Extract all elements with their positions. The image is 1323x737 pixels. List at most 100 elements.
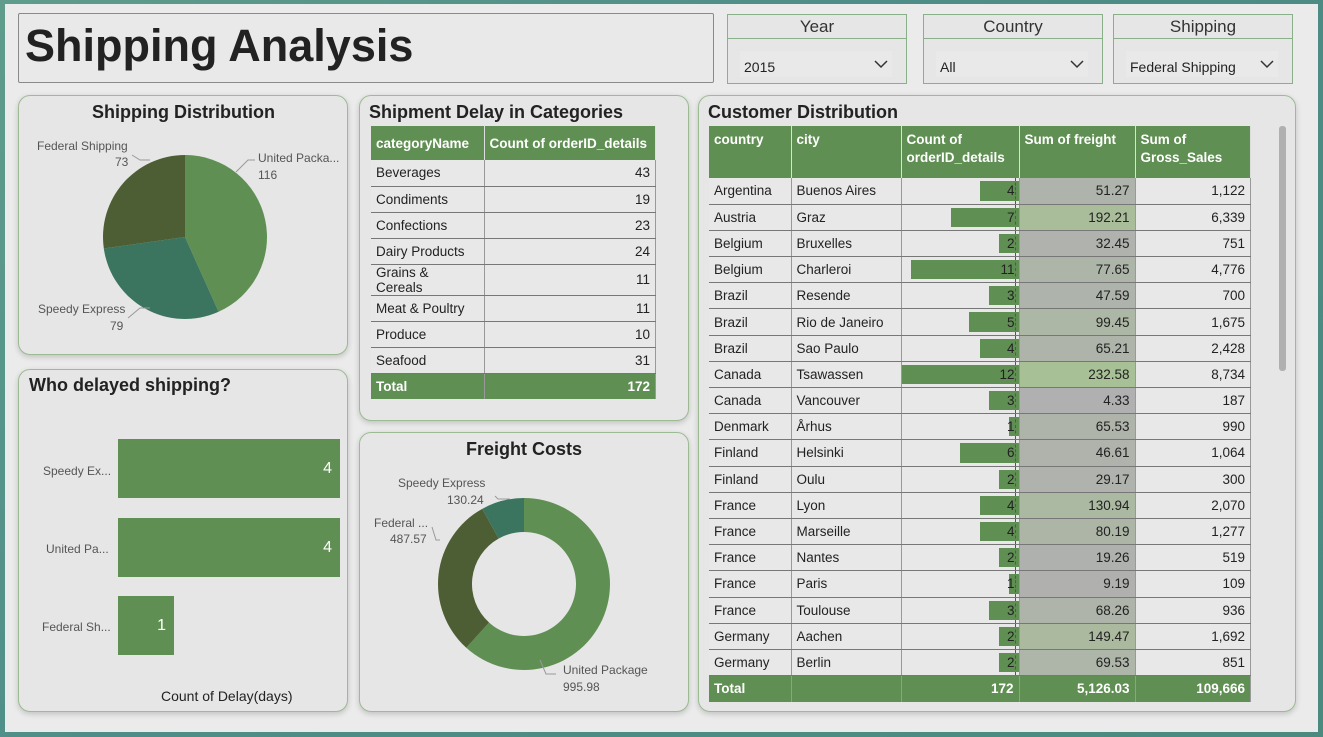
freight-cell: 232.58	[1019, 361, 1136, 389]
categories-title: Shipment Delay in Categories	[369, 102, 624, 122]
freight-cell: 149.47	[1019, 623, 1136, 650]
column-header[interactable]: country	[709, 126, 792, 178]
table-row[interactable]: Canada Tsawassen 12 232.58 8,734	[709, 361, 1251, 389]
category-name: Confections	[371, 212, 485, 239]
column-header[interactable]: Count of orderID_details	[484, 126, 656, 160]
count-cell: 4	[901, 518, 1020, 546]
column-header[interactable]: city	[791, 126, 902, 178]
pie-label-united-value: 116	[258, 168, 278, 182]
gross-sales-cell: 2,070	[1135, 492, 1251, 519]
country-cell: Belgium	[709, 256, 792, 284]
category-count: 23	[484, 212, 656, 239]
city-cell: Resende	[791, 282, 902, 310]
categories-table: categoryName Count of orderID_details Be…	[371, 126, 656, 399]
table-row[interactable]: France Nantes 2 19.26 519	[709, 544, 1251, 572]
freight-cell: 65.21	[1019, 335, 1136, 362]
table-total-row: Total 172	[371, 373, 656, 399]
country-cell: Finland	[709, 466, 792, 493]
table-row[interactable]: Belgium Bruxelles 2 32.45 751	[709, 230, 1251, 258]
table-row[interactable]: Brazil Rio de Janeiro 5 99.45 1,675	[709, 308, 1251, 336]
pie-label-federal-value: 73	[115, 155, 129, 169]
donut-label-federal-name: Federal ...	[374, 516, 429, 530]
delayed-bar-united[interactable]: 4	[118, 518, 340, 577]
table-row[interactable]: Argentina Buenos Aires 4 51.27 1,122	[709, 178, 1251, 205]
freight-cell: 47.59	[1019, 282, 1136, 310]
table-row[interactable]: Canada Vancouver 3 4.33 187	[709, 387, 1251, 415]
customer-table: country city Count of orderID_details Su…	[709, 126, 1251, 702]
year-dropdown[interactable]: 2015	[740, 51, 892, 77]
freight-cell: 68.26	[1019, 597, 1136, 624]
delayed-bar-value: 1	[157, 616, 166, 634]
table-row[interactable]: Produce 10	[371, 321, 656, 348]
table-row[interactable]: Brazil Resende 3 47.59 700	[709, 282, 1251, 310]
column-header[interactable]: Sum of freight	[1019, 126, 1136, 178]
pie-label-speedy-value: 79	[110, 319, 124, 333]
gross-sales-cell: 6,339	[1135, 204, 1251, 231]
country-cell: Belgium	[709, 230, 792, 258]
table-row[interactable]: France Paris 1 9.19 109	[709, 570, 1251, 598]
count-cell: 6	[901, 439, 1020, 467]
count-value: 1	[1006, 576, 1015, 592]
category-count: 43	[484, 160, 656, 187]
table-row[interactable]: France Marseille 4 80.19 1,277	[709, 518, 1251, 546]
shipping-dropdown[interactable]: Federal Shipping	[1126, 51, 1278, 77]
gross-sales-cell: 187	[1135, 387, 1251, 415]
category-count: 24	[484, 238, 656, 265]
column-header[interactable]: Count of orderID_details	[901, 126, 1020, 178]
shipping-dropdown-value: Federal Shipping	[1130, 59, 1236, 75]
table-row[interactable]: Germany Aachen 2 149.47 1,692	[709, 623, 1251, 650]
country-cell: Brazil	[709, 335, 792, 362]
table-row[interactable]: Beverages 43	[371, 160, 656, 187]
gross-sales-cell: 1,122	[1135, 178, 1251, 205]
table-row[interactable]: Denmark Århus 1 65.53 990	[709, 413, 1251, 441]
table-row[interactable]: Seafood 31	[371, 347, 656, 374]
delayed-bar-speedy[interactable]: 4	[118, 439, 340, 498]
count-value: 5	[1006, 314, 1015, 330]
country-dropdown[interactable]: All	[936, 51, 1088, 77]
city-cell: Graz	[791, 204, 902, 231]
city-cell: Berlin	[791, 649, 902, 677]
table-row[interactable]: Grains & Cereals 11	[371, 264, 656, 296]
total-cell: 109,666	[1135, 675, 1251, 702]
country-cell: Finland	[709, 439, 792, 467]
city-cell: Vancouver	[791, 387, 902, 415]
city-cell: Toulouse	[791, 597, 902, 624]
count-value: 4	[1006, 183, 1015, 199]
column-header[interactable]: Sum of Gross_Sales	[1135, 126, 1251, 178]
gross-sales-cell: 8,734	[1135, 361, 1251, 389]
table-row[interactable]: France Toulouse 3 68.26 936	[709, 597, 1251, 624]
table-row[interactable]: Brazil Sao Paulo 4 65.21 2,428	[709, 335, 1251, 362]
count-value: 2	[1006, 550, 1015, 566]
table-row[interactable]: France Lyon 4 130.94 2,070	[709, 492, 1251, 519]
table-row[interactable]: Finland Helsinki 6 46.61 1,064	[709, 439, 1251, 467]
table-row[interactable]: Finland Oulu 2 29.17 300	[709, 466, 1251, 493]
gross-sales-cell: 1,277	[1135, 518, 1251, 546]
table-row[interactable]: Germany Berlin 2 69.53 851	[709, 649, 1251, 677]
city-cell: Rio de Janeiro	[791, 308, 902, 336]
table-row[interactable]: Austria Graz 7 192.21 6,339	[709, 204, 1251, 231]
freight-cell: 46.61	[1019, 439, 1136, 467]
table-row[interactable]: Condiments 19	[371, 186, 656, 213]
table-row[interactable]: Dairy Products 24	[371, 238, 656, 265]
count-cell: 2	[901, 544, 1020, 572]
table-scrollbar[interactable]	[1279, 126, 1286, 371]
table-row[interactable]: Meat & Poultry 11	[371, 295, 656, 322]
shipping-slicer: Shipping Federal Shipping	[1113, 14, 1293, 84]
delayed-bar-federal[interactable]: 1	[118, 596, 174, 655]
freight-cell: 51.27	[1019, 178, 1136, 205]
city-cell: Tsawassen	[791, 361, 902, 389]
table-row[interactable]: Confections 23	[371, 212, 656, 239]
category-name: Beverages	[371, 160, 485, 187]
column-header[interactable]: categoryName	[371, 126, 485, 160]
donut-label-speedy-name: Speedy Express	[398, 476, 486, 490]
table-row[interactable]: Belgium Charleroi 11 77.65 4,776	[709, 256, 1251, 284]
category-name: Produce	[371, 321, 485, 348]
country-cell: France	[709, 518, 792, 546]
delayed-x-axis-label: Count of Delay(days)	[161, 688, 293, 704]
delayed-bar-label-united: United Pa...	[46, 542, 109, 556]
freight-cell: 80.19	[1019, 518, 1136, 546]
city-cell: Buenos Aires	[791, 178, 902, 205]
category-name: Seafood	[371, 347, 485, 374]
country-cell: France	[709, 570, 792, 598]
shipping-slicer-label: Shipping	[1114, 15, 1292, 39]
